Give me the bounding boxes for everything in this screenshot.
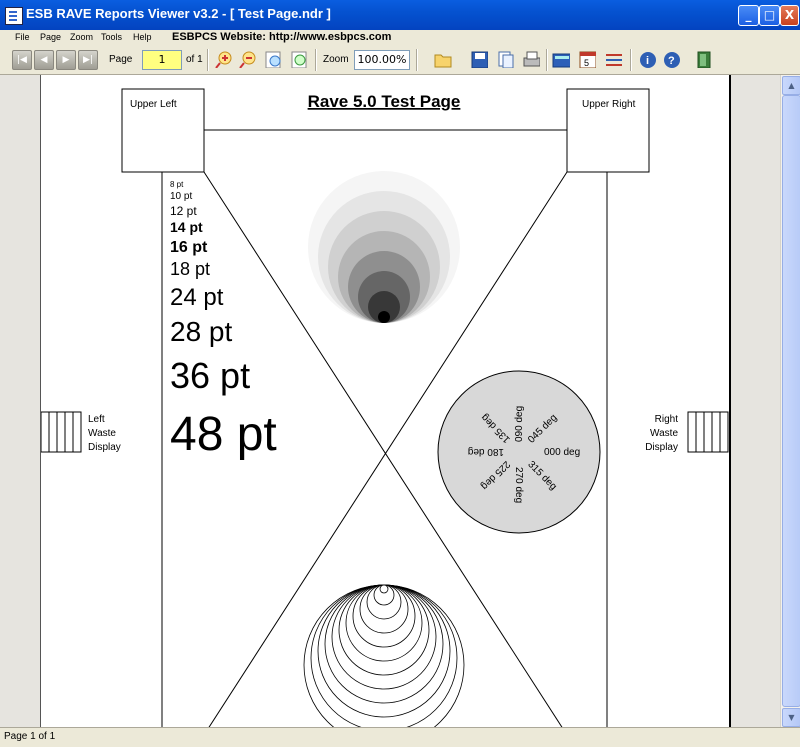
right-waste-display — [687, 411, 729, 453]
page-number-input[interactable]: 1 — [142, 50, 182, 70]
zoom-out-icon[interactable] — [238, 50, 256, 68]
toolbar-separator — [207, 49, 209, 71]
calculator-icon[interactable] — [552, 50, 570, 68]
zoom-width-icon[interactable] — [290, 50, 308, 68]
help-icon[interactable]: ? — [662, 50, 680, 68]
scroll-thumb[interactable] — [782, 95, 800, 707]
zoom-label: Zoom — [323, 54, 349, 65]
upper-left-label: Upper Left — [130, 99, 177, 110]
angle-label: 180 deg — [468, 446, 504, 457]
outline-circles — [303, 584, 465, 727]
title-bar: ESB RAVE Reports Viewer v3.2 - [ Test Pa… — [0, 0, 800, 30]
font-sample: 18 pt — [170, 259, 210, 279]
report-page: 000 deg 045 deg 090 deg 135 deg 180 deg … — [40, 75, 731, 727]
font-sample: 28 pt — [170, 316, 232, 347]
left-waste-label: Display — [88, 442, 121, 453]
menu-bar: File Page Zoom Tools Help ESBPCS Website… — [0, 30, 800, 46]
svg-text:?: ? — [668, 55, 675, 67]
font-sample: 10 pt — [170, 191, 192, 202]
report-canvas: 000 deg 045 deg 090 deg 135 deg 180 deg … — [41, 88, 729, 727]
report-title: Rave 5.0 Test Page — [308, 92, 461, 111]
menu-page[interactable]: Page — [40, 32, 61, 42]
status-text: Page 1 of 1 — [4, 731, 56, 742]
website-link[interactable]: ESBPCS Website: http://www.esbpcs.com — [172, 31, 391, 43]
prev-page-icon[interactable]: ◀ — [34, 50, 54, 70]
toolbar-separator — [630, 49, 632, 71]
left-waste-label: Waste — [88, 428, 116, 439]
right-waste-label: Right — [655, 414, 679, 425]
close-button[interactable]: X — [780, 5, 799, 26]
info-icon[interactable]: i — [638, 50, 656, 68]
window-title: ESB RAVE Reports Viewer v3.2 - [ Test Pa… — [26, 6, 331, 21]
toolbar-separator — [315, 49, 317, 71]
exit-icon[interactable] — [694, 50, 712, 68]
status-bar: Page 1 of 1 — [0, 727, 800, 747]
svg-text:i: i — [646, 55, 649, 67]
save-icon[interactable] — [470, 50, 488, 68]
svg-text:5: 5 — [584, 58, 589, 68]
page-label: Page — [109, 54, 133, 65]
last-page-icon[interactable]: ▶| — [78, 50, 98, 70]
font-sample: 12 pt — [170, 204, 197, 218]
font-sample: 24 pt — [170, 284, 224, 311]
vertical-scrollbar[interactable]: ▲ ▼ — [780, 75, 800, 727]
menu-zoom[interactable]: Zoom — [70, 32, 93, 42]
angle-label: 270 deg — [513, 467, 524, 503]
angle-label: 090 deg — [514, 406, 525, 442]
copy-icon[interactable] — [496, 50, 514, 68]
maximize-button[interactable]: □ — [759, 5, 780, 26]
menu-tools[interactable]: Tools — [101, 32, 122, 42]
font-sample: 16 pt — [170, 239, 208, 256]
first-page-icon[interactable]: |◀ — [12, 50, 32, 70]
list-icon[interactable] — [604, 50, 622, 68]
zoom-page-icon[interactable] — [264, 50, 282, 68]
font-sample: 14 pt — [170, 219, 203, 235]
gradient-circles — [308, 171, 460, 323]
zoom-in-icon[interactable] — [214, 50, 232, 68]
left-waste-display — [41, 411, 82, 453]
scroll-up-icon[interactable]: ▲ — [782, 76, 800, 95]
report-viewport[interactable]: 000 deg 045 deg 090 deg 135 deg 180 deg … — [0, 75, 780, 727]
zoom-input[interactable]: 100.00% — [354, 50, 410, 70]
right-waste-label: Display — [645, 442, 678, 453]
left-waste-label: Left — [88, 414, 105, 425]
page-of-label: of 1 — [186, 54, 203, 65]
angle-label: 000 deg — [544, 447, 580, 458]
font-sample: 36 pt — [170, 355, 250, 396]
menu-file[interactable]: File — [15, 32, 30, 42]
upper-right-label: Upper Right — [582, 99, 636, 110]
app-icon[interactable] — [5, 7, 23, 25]
print-icon[interactable] — [522, 50, 540, 68]
toolbar-separator — [546, 49, 548, 71]
right-waste-label: Waste — [650, 428, 678, 439]
toolbar-separator — [416, 49, 418, 71]
menu-help[interactable]: Help — [133, 32, 152, 42]
scroll-down-icon[interactable]: ▼ — [782, 708, 800, 727]
next-page-icon[interactable]: ▶ — [56, 50, 76, 70]
calendar-icon[interactable]: 5 — [578, 50, 596, 68]
font-sample: 8 pt — [170, 180, 184, 189]
font-sample: 48 pt — [170, 408, 277, 461]
minimize-button[interactable]: _ — [738, 5, 759, 26]
open-icon[interactable] — [434, 50, 452, 68]
